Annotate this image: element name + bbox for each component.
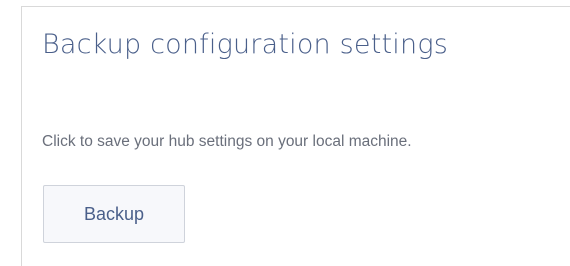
backup-settings-panel: Backup configuration settings Click to s…	[21, 6, 570, 266]
section-title: Backup configuration settings	[42, 29, 448, 60]
section-description: Click to save your hub settings on your …	[42, 133, 412, 150]
backup-button[interactable]: Backup	[43, 185, 185, 243]
